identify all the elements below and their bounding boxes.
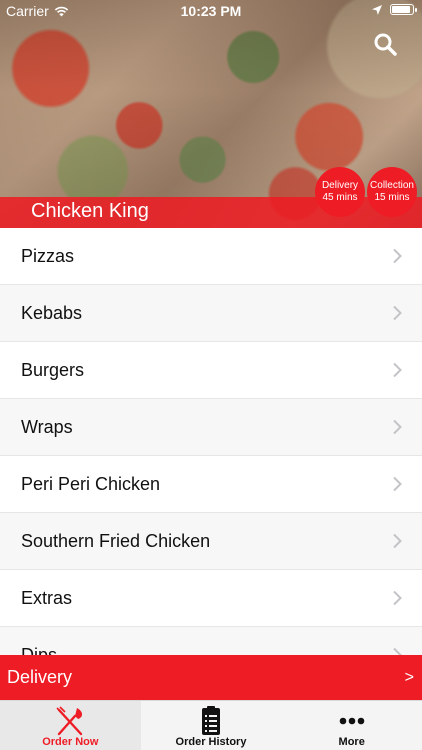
more-icon: [339, 717, 364, 725]
menu-category-list[interactable]: Pizzas Kebabs Burgers Wraps Peri Peri Ch…: [0, 228, 422, 655]
collection-badge-label: Collection: [370, 180, 414, 191]
search-icon: [374, 33, 397, 56]
tab-more[interactable]: More: [281, 701, 422, 750]
menu-category-southern-fried-chicken[interactable]: Southern Fried Chicken: [0, 513, 422, 570]
tab-label: More: [338, 736, 365, 748]
menu-category-kebabs[interactable]: Kebabs: [0, 285, 422, 342]
receipt-icon: [202, 706, 220, 735]
chevron-right-icon: [393, 305, 402, 321]
menu-category-label: Southern Fried Chicken: [21, 530, 211, 551]
delivery-mode-bar[interactable]: Delivery >: [0, 655, 422, 700]
delivery-badge-label: Delivery: [321, 180, 359, 191]
menu-category-peri-peri-chicken[interactable]: Peri Peri Chicken: [0, 456, 422, 513]
chevron-right-icon: [393, 533, 402, 549]
chevron-right-icon: [393, 590, 402, 606]
tab-order-history[interactable]: Order History: [141, 701, 282, 750]
status-time: 10:23 PM: [180, 3, 242, 19]
delivery-time-badge: Delivery 45 mins: [315, 167, 365, 217]
menu-category-label: Extras: [21, 587, 73, 608]
menu-category-label: Dips: [21, 644, 58, 656]
menu-category-label: Wraps: [21, 416, 73, 437]
location-arrow-icon: [372, 4, 382, 15]
chevron-right-icon: [393, 647, 402, 655]
menu-category-extras[interactable]: Extras: [0, 570, 422, 627]
delivery-mode-arrow: >: [404, 668, 414, 686]
status-bar: Carrier 10:23 PM: [0, 0, 422, 22]
menu-category-label: Pizzas: [21, 245, 75, 266]
menu-category-label: Peri Peri Chicken: [21, 473, 161, 494]
menu-category-label: Kebabs: [21, 302, 83, 323]
search-button[interactable]: [372, 31, 400, 59]
menu-category-label: Burgers: [21, 359, 85, 380]
tab-order-now[interactable]: Order Now: [0, 701, 141, 750]
chevron-right-icon: [393, 248, 402, 264]
delivery-mode-label: Delivery: [7, 667, 73, 687]
restaurant-name: Chicken King: [31, 200, 149, 222]
tab-label: Order History: [175, 736, 247, 748]
tab-bar: Order Now Order History More: [0, 700, 422, 750]
collection-time-badge: Collection 15 mins: [367, 167, 417, 217]
chevron-right-icon: [393, 419, 402, 435]
menu-category-wraps[interactable]: Wraps: [0, 399, 422, 456]
menu-category-burgers[interactable]: Burgers: [0, 342, 422, 399]
chevron-right-icon: [393, 476, 402, 492]
tab-label: Order Now: [42, 736, 99, 748]
chevron-right-icon: [393, 362, 402, 378]
delivery-badge-time: 45 mins: [322, 192, 358, 203]
fork-knife-icon: [56, 706, 83, 736]
battery-icon: [390, 4, 417, 15]
menu-category-pizzas[interactable]: Pizzas: [0, 228, 422, 285]
menu-category-dips[interactable]: Dips: [0, 627, 422, 655]
collection-badge-time: 15 mins: [374, 192, 410, 203]
